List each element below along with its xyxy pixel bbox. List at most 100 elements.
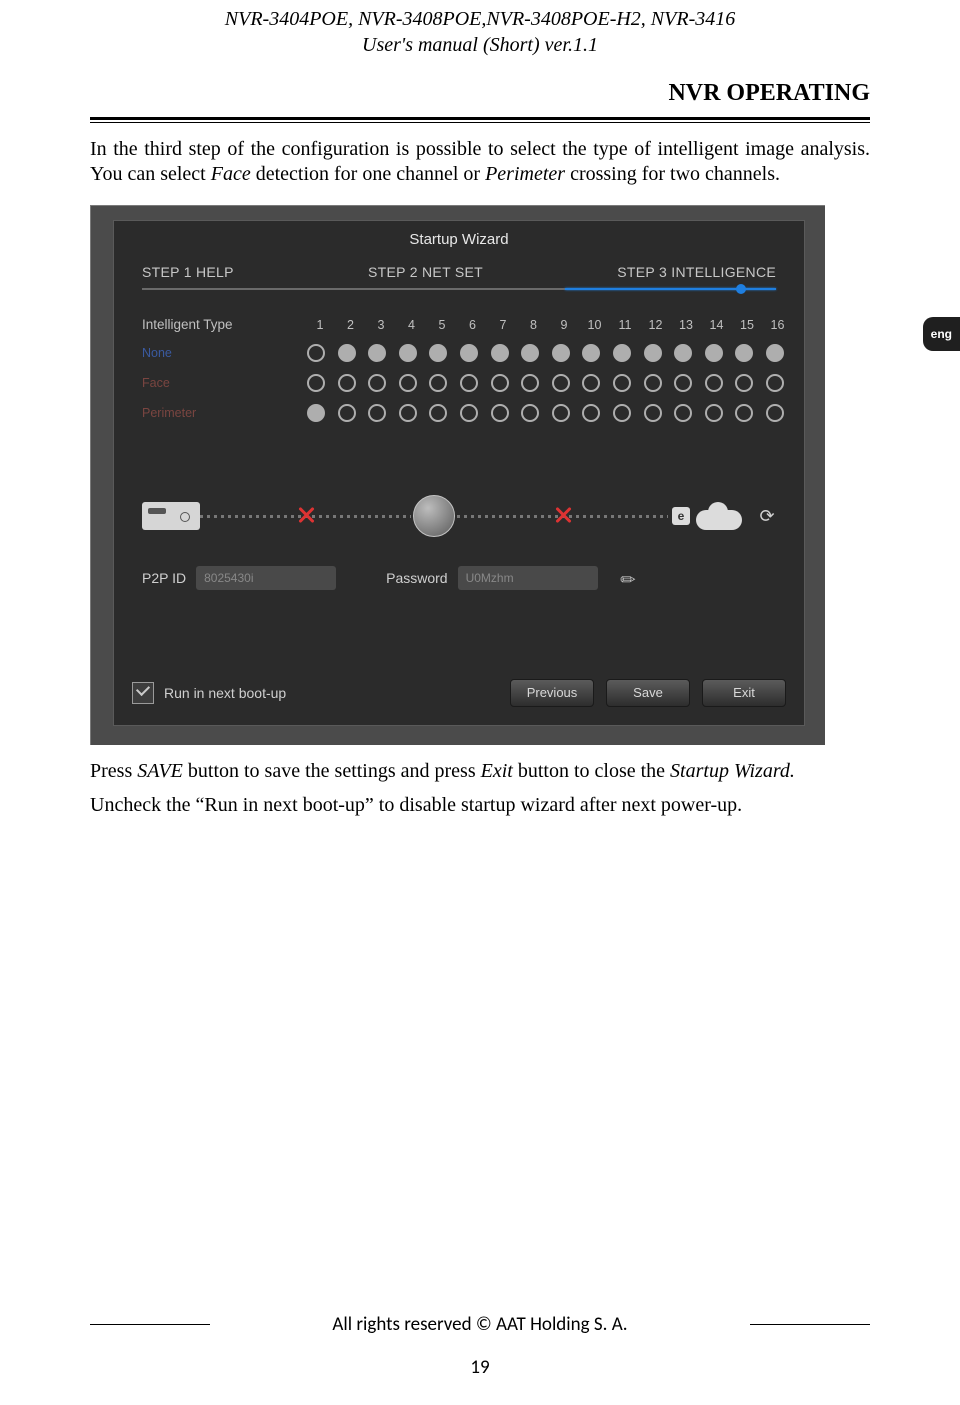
- row-perimeter: Perimeter: [114, 398, 804, 428]
- disconnect-icon-1: [296, 505, 316, 525]
- ch-6: 6: [465, 318, 481, 332]
- conn-line-1: [200, 515, 411, 518]
- ch-13: 13: [678, 318, 694, 332]
- radio-face-14[interactable]: [705, 374, 723, 392]
- radio-none-1[interactable]: [307, 344, 325, 362]
- radio-perim-1[interactable]: [307, 404, 325, 422]
- radio-perim-3[interactable]: [368, 404, 386, 422]
- radio-none-5[interactable]: [429, 344, 447, 362]
- row-face: Face: [114, 368, 804, 398]
- run-next-boot-checkbox[interactable]: [132, 682, 154, 704]
- password-label: Password: [386, 570, 447, 586]
- run-next-boot-label: Run in next boot-up: [164, 685, 498, 701]
- radio-face-2[interactable]: [338, 374, 356, 392]
- p2p-id-field[interactable]: 8025430i: [196, 566, 336, 590]
- ch-4: 4: [404, 318, 420, 332]
- step-3-label: STEP 3 INTELLIGENCE: [617, 264, 776, 280]
- radio-perim-2[interactable]: [338, 404, 356, 422]
- ch-2: 2: [343, 318, 359, 332]
- radio-face-6[interactable]: [460, 374, 478, 392]
- save-button[interactable]: Save: [606, 679, 690, 707]
- radio-none-12[interactable]: [644, 344, 662, 362]
- ch-10: 10: [587, 318, 603, 332]
- radio-none-15[interactable]: [735, 344, 753, 362]
- language-tab[interactable]: eng: [923, 317, 960, 351]
- previous-button[interactable]: Previous: [510, 679, 594, 707]
- radio-perim-6[interactable]: [460, 404, 478, 422]
- after-paragraph-2: Uncheck the “Run in next boot-up” to dis…: [90, 791, 870, 819]
- page-number: 19: [90, 1356, 870, 1379]
- radio-none-10[interactable]: [582, 344, 600, 362]
- ch-9: 9: [556, 318, 572, 332]
- edit-icon[interactable]: ✎: [615, 564, 643, 592]
- radio-face-5[interactable]: [429, 374, 447, 392]
- header-manual-line: User's manual (Short) ver.1.1: [90, 32, 870, 58]
- radio-face-7[interactable]: [491, 374, 509, 392]
- radio-none-3[interactable]: [368, 344, 386, 362]
- radio-perim-15[interactable]: [735, 404, 753, 422]
- radio-perim-7[interactable]: [491, 404, 509, 422]
- intelligent-type-label: Intelligent Type: [142, 317, 233, 332]
- ch-11: 11: [617, 318, 633, 332]
- radio-face-13[interactable]: [674, 374, 692, 392]
- conn-line-2: [457, 515, 668, 518]
- radio-face-3[interactable]: [368, 374, 386, 392]
- connection-row: e ⟳: [142, 491, 778, 541]
- ch-16: 16: [770, 318, 786, 332]
- after-paragraph-1: Press SAVE button to save the settings a…: [90, 757, 870, 785]
- header-models: NVR-3404POE, NVR-3408POE,NVR-3408POE-H2,…: [90, 6, 870, 32]
- radio-none-9[interactable]: [552, 344, 570, 362]
- disconnect-icon-2: [553, 505, 573, 525]
- e-badge-icon: e: [672, 507, 690, 525]
- password-field[interactable]: U0Mzhm: [458, 566, 598, 590]
- radio-none-2[interactable]: [338, 344, 356, 362]
- radio-face-11[interactable]: [613, 374, 631, 392]
- radio-face-4[interactable]: [399, 374, 417, 392]
- wizard-screenshot: Startup Wizard STEP 1 HELP STEP 2 NET SE…: [90, 205, 825, 745]
- ch-8: 8: [526, 318, 542, 332]
- radio-none-4[interactable]: [399, 344, 417, 362]
- radio-perim-16[interactable]: [766, 404, 784, 422]
- radio-face-8[interactable]: [521, 374, 539, 392]
- ch-12: 12: [648, 318, 664, 332]
- radio-face-15[interactable]: [735, 374, 753, 392]
- radio-face-10[interactable]: [582, 374, 600, 392]
- row-face-label: Face: [142, 376, 307, 390]
- section-divider: [90, 117, 870, 123]
- intro-paragraph: In the third step of the configuration i…: [90, 137, 870, 187]
- radio-perim-11[interactable]: [613, 404, 631, 422]
- radio-perim-8[interactable]: [521, 404, 539, 422]
- radio-perim-10[interactable]: [582, 404, 600, 422]
- radio-face-9[interactable]: [552, 374, 570, 392]
- radio-perim-9[interactable]: [552, 404, 570, 422]
- ch-3: 3: [373, 318, 389, 332]
- refresh-icon[interactable]: ⟳: [756, 505, 778, 527]
- radio-face-16[interactable]: [766, 374, 784, 392]
- radio-none-16[interactable]: [766, 344, 784, 362]
- globe-icon: [413, 495, 455, 537]
- step-progress: [114, 280, 804, 290]
- wizard-title: Startup Wizard: [114, 221, 804, 264]
- footer-copyright: All rights reserved © AAT Holding S. A.: [226, 1313, 734, 1336]
- radio-face-1[interactable]: [307, 374, 325, 392]
- radio-perim-13[interactable]: [674, 404, 692, 422]
- step-2-label: STEP 2 NET SET: [368, 264, 483, 280]
- radio-none-7[interactable]: [491, 344, 509, 362]
- radio-none-8[interactable]: [521, 344, 539, 362]
- exit-button[interactable]: Exit: [702, 679, 786, 707]
- cloud-icon: [696, 502, 742, 530]
- radio-none-14[interactable]: [705, 344, 723, 362]
- radio-perim-14[interactable]: [705, 404, 723, 422]
- step-1-label: STEP 1 HELP: [142, 264, 234, 280]
- ch-1: 1: [312, 318, 328, 332]
- ch-15: 15: [739, 318, 755, 332]
- radio-perim-12[interactable]: [644, 404, 662, 422]
- row-perimeter-label: Perimeter: [142, 406, 307, 420]
- radio-face-12[interactable]: [644, 374, 662, 392]
- radio-none-6[interactable]: [460, 344, 478, 362]
- ch-7: 7: [495, 318, 511, 332]
- radio-perim-4[interactable]: [399, 404, 417, 422]
- radio-none-13[interactable]: [674, 344, 692, 362]
- radio-perim-5[interactable]: [429, 404, 447, 422]
- radio-none-11[interactable]: [613, 344, 631, 362]
